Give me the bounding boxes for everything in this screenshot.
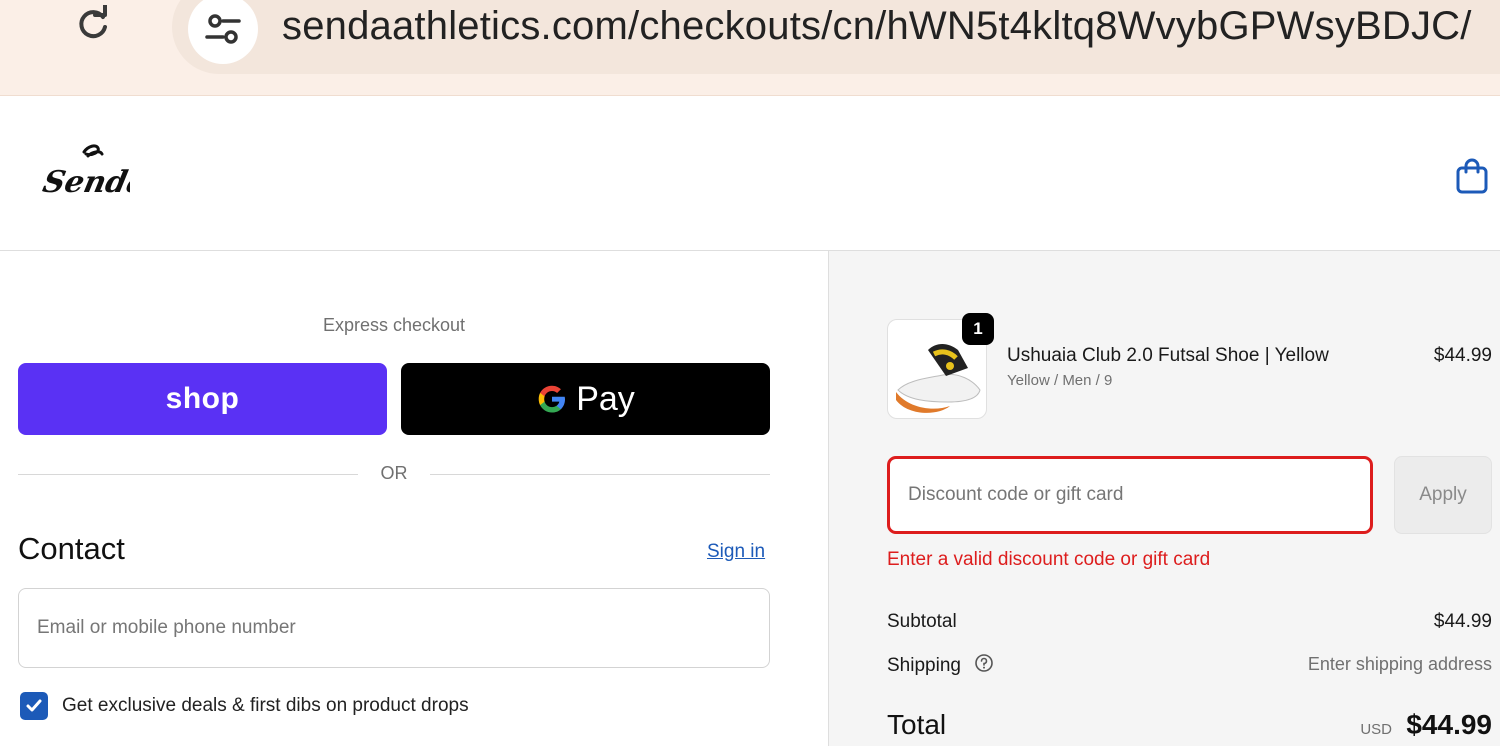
discount-code-field[interactable] <box>887 456 1373 534</box>
subtotal-label: Subtotal <box>887 611 957 632</box>
product-price: $44.99 <box>1433 345 1492 366</box>
shipping-label-row: Shipping <box>887 653 994 679</box>
opt-in-checkbox[interactable] <box>20 692 48 720</box>
reload-icon <box>79 5 107 39</box>
tune-icon <box>205 14 241 44</box>
browser-toolbar: sendaathletics.com/checkouts/cn/hWN5t4kl… <box>0 0 1500 96</box>
cart-button[interactable] <box>1452 156 1492 196</box>
discount-error-message: Enter a valid discount code or gift card <box>887 549 1211 570</box>
reload-button[interactable] <box>70 2 116 48</box>
help-circle-icon[interactable] <box>974 653 994 679</box>
product-variant: Yellow / Men / 9 <box>1007 372 1113 389</box>
shop-pay-label: shop <box>165 382 240 415</box>
shipping-value: Enter shipping address <box>1307 654 1492 674</box>
apply-discount-button[interactable]: Apply <box>1394 456 1492 534</box>
shopping-bag-icon <box>1456 158 1488 194</box>
shipping-label: Shipping <box>887 655 961 677</box>
product-name: Ushuaia Club 2.0 Futsal Shoe | Yellow <box>1007 345 1329 366</box>
total-value: $44.99 <box>1406 709 1492 740</box>
quantity-badge: 1 <box>962 313 994 345</box>
google-pay-label: Pay <box>576 379 635 418</box>
url-text[interactable]: sendaathletics.com/checkouts/cn/hWN5t4kl… <box>282 4 1472 49</box>
subtotal-value: $44.99 <box>1433 611 1492 632</box>
checkmark-icon <box>26 699 42 712</box>
site-header: Senda <box>0 96 1500 251</box>
express-checkout-label: Express checkout <box>322 315 466 335</box>
or-divider: OR <box>18 463 770 487</box>
senda-logo[interactable]: Senda <box>40 142 150 206</box>
google-pay-button[interactable]: Pay <box>401 363 770 435</box>
marketing-opt-in[interactable]: Get exclusive deals & first dibs on prod… <box>20 691 469 721</box>
checkout-form: Express checkout shop Pay OR Contact Sig… <box>0 251 828 746</box>
email-field[interactable] <box>18 588 770 668</box>
google-g-icon <box>538 385 566 413</box>
divider-line-right <box>430 474 770 475</box>
shop-pay-button[interactable]: shop <box>18 363 387 435</box>
total-label: Total <box>887 709 947 740</box>
contact-heading: Contact <box>18 531 125 566</box>
opt-in-label: Get exclusive deals & first dibs on prod… <box>62 695 469 716</box>
order-summary: 1 Ushuaia Club 2.0 Futsal Shoe | Yellow … <box>828 251 1500 746</box>
total-currency: USD <box>1360 721 1392 738</box>
sign-in-link[interactable]: Sign in <box>707 541 765 563</box>
svg-text:Senda: Senda <box>40 165 130 200</box>
